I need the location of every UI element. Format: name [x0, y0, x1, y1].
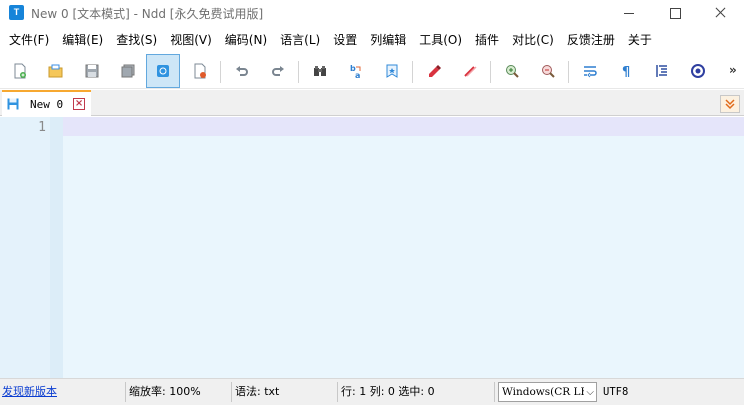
toolbar-separator — [412, 61, 413, 83]
redo-icon — [272, 66, 284, 76]
menu-encoding[interactable]: 编码(N) — [220, 29, 272, 51]
bookmark-icon — [386, 64, 398, 78]
marker-icon — [429, 65, 441, 77]
tab-file-icon — [7, 98, 19, 110]
close-window-button[interactable] — [698, 0, 744, 26]
minimize-button[interactable] — [606, 0, 652, 26]
toolbar-overflow-button[interactable]: » — [729, 63, 737, 77]
window-title: New 0 [文本模式] - Ndd [永久免费试用版] — [31, 7, 264, 21]
tab-bar: New 0 × — [0, 90, 744, 116]
save-icon — [85, 64, 99, 78]
redo-button[interactable] — [261, 54, 295, 88]
menu-search[interactable]: 查找(S) — [111, 29, 162, 51]
fold-margin[interactable] — [50, 117, 63, 378]
tab-list-button[interactable] — [720, 95, 740, 113]
find-icon — [314, 66, 326, 76]
zoom-level: 缩放率: 100% — [129, 385, 201, 398]
chevron-down-icon: ⌵ — [584, 384, 594, 401]
menu-edit[interactable]: 编辑(E) — [57, 29, 108, 51]
menu-about[interactable]: 关于 — [623, 29, 657, 51]
new-file-icon — [14, 63, 26, 79]
word-wrap-button[interactable] — [573, 54, 607, 88]
toolbar-separator — [490, 61, 491, 83]
menu-column-edit[interactable]: 列编辑 — [365, 29, 411, 51]
settings-wheel-icon — [691, 64, 705, 78]
maximize-button[interactable] — [652, 0, 698, 26]
clear-mark-button[interactable] — [453, 54, 487, 88]
menu-settings[interactable]: 设置 — [328, 29, 362, 51]
show-symbols-icon: ¶ — [622, 65, 630, 80]
svg-text:¶: ¶ — [622, 65, 630, 80]
toolbar-separator — [568, 61, 569, 83]
word-wrap-icon — [584, 66, 597, 78]
text-editor-area[interactable] — [63, 136, 744, 378]
status-divider — [231, 382, 232, 402]
language-status: 语法: txt — [235, 385, 280, 398]
replace-icon: ba — [350, 64, 361, 80]
title-bar: T New 0 [文本模式] - Ndd [永久免费试用版] — [0, 0, 744, 26]
status-divider — [337, 382, 338, 402]
svg-text:a: a — [355, 71, 360, 80]
status-divider — [494, 382, 495, 402]
file-status-icon — [157, 65, 169, 77]
line-number-gutter: 1 — [0, 117, 50, 378]
undo-button[interactable] — [225, 54, 259, 88]
eol-select[interactable]: Windows(CR LF) ⌵ — [498, 382, 597, 402]
save-all-button[interactable] — [111, 54, 145, 88]
menu-tools[interactable]: 工具(O) — [414, 29, 467, 51]
editor: 1 — [0, 117, 744, 378]
marker-button[interactable] — [417, 54, 451, 88]
zoom-out-button[interactable] — [531, 54, 565, 88]
file-status-button[interactable] — [146, 54, 180, 88]
save-all-icon — [121, 64, 135, 78]
menu-compare[interactable]: 对比(C) — [507, 29, 559, 51]
menu-feedback[interactable]: 反馈注册 — [562, 29, 620, 51]
toolbar: ba ¶ » — [0, 53, 744, 89]
tab-new-0[interactable]: New 0 × — [2, 90, 91, 116]
toolbar-separator — [220, 61, 221, 83]
bookmark-button[interactable] — [375, 54, 409, 88]
open-folder-icon — [48, 64, 63, 78]
toolbar-separator — [298, 61, 299, 83]
menu-language[interactable]: 语言(L) — [275, 29, 325, 51]
zoom-in-button[interactable] — [495, 54, 529, 88]
zoom-out-icon — [542, 65, 555, 78]
find-button[interactable] — [303, 54, 337, 88]
zoom-in-icon — [506, 65, 519, 78]
open-file-button[interactable] — [39, 54, 73, 88]
tab-close-button[interactable]: × — [73, 98, 86, 110]
status-bar: 发现新版本 缩放率: 100% 语法: txt 行: 1 列: 0 选中: 0 … — [0, 378, 744, 405]
current-line-highlight[interactable] — [63, 117, 744, 136]
indent-guide-icon — [656, 65, 667, 77]
settings-wheel-button[interactable] — [681, 54, 715, 88]
status-divider — [125, 382, 126, 402]
cursor-position: 行: 1 列: 0 选中: 0 — [341, 385, 435, 398]
indent-guide-button[interactable] — [645, 54, 679, 88]
update-link[interactable]: 发现新版本 — [2, 379, 57, 405]
save-button[interactable] — [75, 54, 109, 88]
app-icon: T — [9, 5, 24, 20]
menu-view[interactable]: 视图(V) — [165, 29, 217, 51]
encoding-status: UTF8 — [603, 386, 629, 398]
replace-button[interactable]: ba — [339, 54, 373, 88]
line-number: 1 — [38, 120, 46, 135]
clear-mark-icon — [464, 66, 477, 77]
tab-label: New 0 — [30, 97, 64, 111]
new-file-button[interactable] — [3, 54, 37, 88]
show-symbols-button[interactable]: ¶ — [609, 54, 643, 88]
eol-value: Windows(CR LF) — [502, 386, 592, 398]
menu-bar: 文件(F) 编辑(E) 查找(S) 视图(V) 编码(N) 语言(L) 设置 列… — [0, 28, 744, 52]
menu-plugins[interactable]: 插件 — [470, 29, 504, 51]
undo-icon — [236, 66, 248, 76]
menu-file[interactable]: 文件(F) — [4, 29, 54, 51]
close-file-button[interactable] — [183, 54, 217, 88]
chevron-double-down-icon — [725, 99, 735, 110]
close-file-icon — [194, 63, 206, 79]
